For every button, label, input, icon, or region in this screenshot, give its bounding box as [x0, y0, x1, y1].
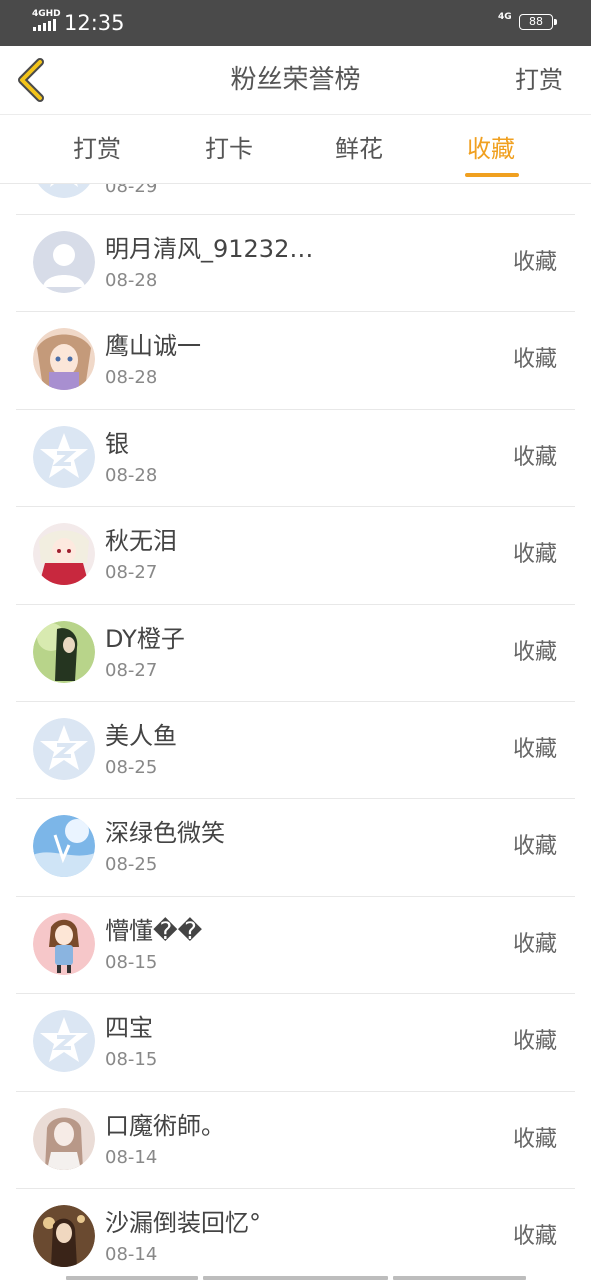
divider [16, 1091, 575, 1092]
list-item-date: 08-15 [105, 1049, 158, 1070]
list-item-action[interactable]: 收藏 [513, 249, 557, 277]
list-item-action[interactable]: 收藏 [513, 1126, 557, 1154]
page-title: 粉丝荣誉榜 [230, 65, 361, 95]
list-item-action[interactable]: 收藏 [513, 1223, 557, 1251]
default-avatar-icon [33, 426, 95, 488]
list-item-date: 08-29 [105, 184, 158, 197]
list-item-name: DY橙子 [105, 625, 185, 653]
default-avatar-icon [38, 184, 90, 198]
avatar [33, 1205, 95, 1267]
status-bar: 4GHD 12:35 4G 88 [0, 0, 591, 46]
divider [16, 311, 575, 312]
list-item[interactable]: 银 08-28 收藏 [0, 409, 591, 506]
list-item-date: 08-14 [105, 1244, 158, 1265]
list-item-name: 明月清风_91232… [105, 235, 314, 263]
list-item[interactable]: 懵懂�� 08-15 收藏 [0, 896, 591, 993]
list-item-date: 08-27 [105, 660, 158, 681]
battery-level: 88 [529, 15, 543, 28]
list-item-name: 口魔術師。 [105, 1112, 225, 1140]
default-avatar-icon [33, 1010, 95, 1072]
divider [16, 798, 575, 799]
default-avatar-icon [33, 718, 95, 780]
list-item[interactable]: 秋无泪 08-27 收藏 [0, 506, 591, 603]
top-bar: 粉丝荣誉榜 打赏 [0, 46, 591, 115]
divider [16, 604, 575, 605]
avatar [33, 815, 95, 877]
list-item-name: 鹰山诚一 [105, 332, 201, 360]
reward-button[interactable]: 打赏 [515, 64, 563, 96]
clock: 12:35 [64, 11, 125, 35]
tab-checkin[interactable]: 打卡 [205, 133, 253, 165]
list-item-action[interactable]: 收藏 [513, 639, 557, 667]
list-item-partial[interactable]: 08-29 [0, 184, 591, 214]
list-item-date: 08-25 [105, 757, 158, 778]
list-item[interactable]: 美人鱼 08-25 收藏 [0, 701, 591, 798]
list-item[interactable]: 沙漏倒装回忆° 08-14 收藏 [0, 1188, 591, 1280]
list-item-name: 四宝 [105, 1014, 153, 1042]
list-item-date: 08-28 [105, 465, 158, 486]
avatar [33, 1108, 95, 1170]
list-item-date: 08-14 [105, 1147, 158, 1168]
list-item[interactable]: 口魔術師。 08-14 收藏 [0, 1091, 591, 1188]
list-item-action[interactable]: 收藏 [513, 346, 557, 374]
divider [16, 896, 575, 897]
scrollbar[interactable] [66, 1276, 526, 1280]
divider [16, 409, 575, 410]
tab-reward[interactable]: 打赏 [73, 133, 121, 165]
list-item-date: 08-25 [105, 854, 158, 875]
list-item-date: 08-15 [105, 952, 158, 973]
signal-indicator: 4GHD [32, 10, 62, 32]
list-item[interactable]: DY橙子 08-27 收藏 [0, 604, 591, 701]
network-type-secondary: 4G [498, 12, 512, 22]
tab-bar: 打赏 打卡 鲜花 收藏 [0, 115, 591, 184]
list-item-action[interactable]: 收藏 [513, 541, 557, 569]
avatar [33, 523, 95, 585]
list-item[interactable]: 明月清风_91232… 08-28 收藏 [0, 214, 591, 311]
list-item-name: 银 [105, 430, 129, 458]
list-item-name: 美人鱼 [105, 722, 177, 750]
list-item-action[interactable]: 收藏 [513, 833, 557, 861]
list-item-date: 08-27 [105, 562, 158, 583]
list-item[interactable]: 鹰山诚一 08-28 收藏 [0, 311, 591, 408]
list-item-action[interactable]: 收藏 [513, 444, 557, 472]
avatar [33, 231, 95, 293]
network-type: 4GHD [32, 9, 61, 19]
battery-icon: 88 [519, 14, 557, 30]
list-item[interactable]: 四宝 08-15 收藏 [0, 993, 591, 1090]
fan-list[interactable]: 08-29 明月清风_91232… 08-28 收藏 鹰山诚一 08-28 收藏 [0, 184, 591, 1280]
divider [16, 506, 575, 507]
list-item-action[interactable]: 收藏 [513, 736, 557, 764]
avatar [33, 621, 95, 683]
divider [16, 701, 575, 702]
list-item-name: 深绿色微笑 [105, 819, 225, 847]
divider [16, 1188, 575, 1189]
tab-favorites[interactable]: 收藏 [467, 133, 515, 165]
tab-flowers[interactable]: 鲜花 [335, 133, 383, 165]
list-item-name: 沙漏倒装回忆° [105, 1209, 261, 1237]
list-item-date: 08-28 [105, 270, 158, 291]
list-item[interactable]: 深绿色微笑 08-25 收藏 [0, 798, 591, 895]
avatar [33, 913, 95, 975]
list-item-date: 08-28 [105, 367, 158, 388]
avatar [33, 328, 95, 390]
divider [16, 993, 575, 994]
list-item-action[interactable]: 收藏 [513, 1028, 557, 1056]
divider [16, 214, 575, 215]
active-tab-indicator [465, 173, 519, 177]
list-item-action[interactable]: 收藏 [513, 931, 557, 959]
list-item-name: 秋无泪 [105, 527, 177, 555]
list-item-name: 懵懂�� [105, 917, 203, 945]
